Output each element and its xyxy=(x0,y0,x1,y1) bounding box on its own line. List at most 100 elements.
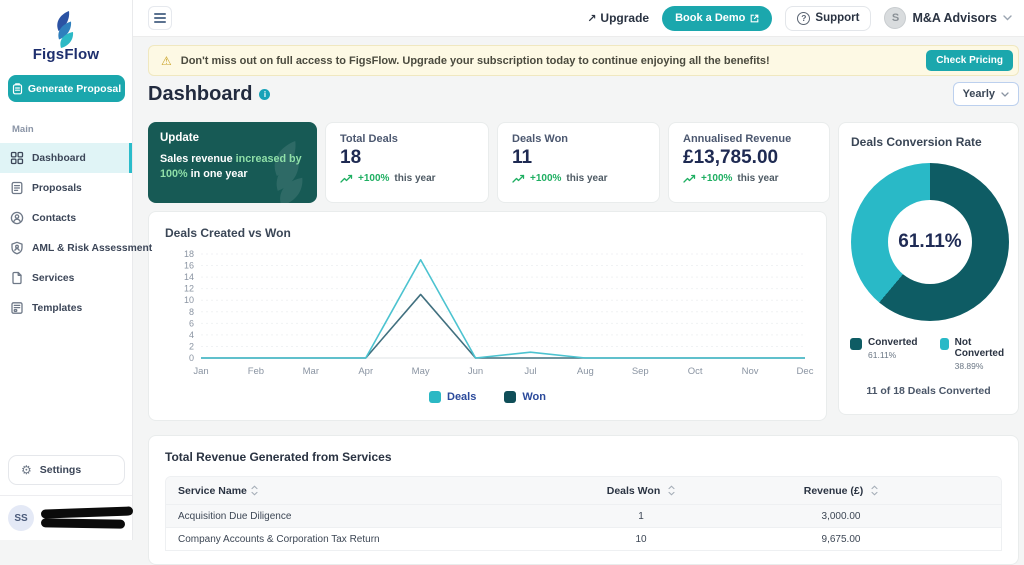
sidebar-item-aml-risk[interactable]: AML & Risk Assessment xyxy=(0,233,132,263)
services-icon xyxy=(10,271,24,285)
banner-text: Don't miss out on full access to FigsFlo… xyxy=(181,55,918,67)
donut-legend: Converted 61.11% Not Converted 38.89% xyxy=(851,337,1006,371)
svg-text:Sep: Sep xyxy=(632,366,649,377)
upgrade-link[interactable]: ↗ Upgrade xyxy=(587,11,649,25)
logo-wordmark: FigsFlow xyxy=(33,46,100,63)
sort-icon xyxy=(668,485,675,496)
legend-item-deals[interactable]: Deals xyxy=(429,391,476,403)
svg-text:2: 2 xyxy=(189,341,194,351)
org-avatar: S xyxy=(884,7,906,29)
legend-item-converted: Converted 61.11% xyxy=(850,337,917,371)
account-menu[interactable]: S M&A Advisors xyxy=(884,7,1012,29)
svg-text:10: 10 xyxy=(184,295,194,305)
table-title: Total Revenue Generated from Services xyxy=(165,450,1002,464)
not-converted-swatch xyxy=(940,338,949,350)
deals-swatch xyxy=(429,391,441,403)
support-button[interactable]: ? Support xyxy=(785,6,871,31)
svg-text:8: 8 xyxy=(189,307,194,317)
column-header-revenue[interactable]: Revenue (£) xyxy=(741,485,941,497)
won-swatch xyxy=(504,391,516,403)
trend-up-icon xyxy=(512,174,525,183)
sort-icon xyxy=(251,485,258,496)
trend-up-icon xyxy=(340,174,353,183)
svg-text:Apr: Apr xyxy=(358,366,373,377)
sidebar-item-services[interactable]: Services xyxy=(0,263,132,293)
chevron-down-icon xyxy=(1001,92,1009,97)
svg-text:6: 6 xyxy=(189,318,194,328)
menu-toggle-button[interactable] xyxy=(148,6,172,30)
column-header-service-name[interactable]: Service Name xyxy=(166,485,541,497)
svg-text:Jun: Jun xyxy=(468,366,483,377)
svg-text:Jul: Jul xyxy=(524,366,536,377)
sidebar-item-dashboard[interactable]: Dashboard xyxy=(0,143,132,173)
table-row[interactable]: Acquisition Due Diligence13,000.00 xyxy=(166,504,1001,527)
conversion-rate-card: Deals Conversion Rate 61.11% Converted 6… xyxy=(838,122,1019,415)
sort-icon xyxy=(871,485,878,496)
donut-chart: 61.11% xyxy=(851,163,1009,321)
column-header-deals-won[interactable]: Deals Won xyxy=(541,485,741,497)
svg-text:0: 0 xyxy=(189,353,194,363)
sidebar-section-main: Main xyxy=(0,124,132,135)
line-chart-legend: Deals Won xyxy=(165,391,810,403)
svg-text:12: 12 xyxy=(184,284,194,294)
sidebar-item-templates[interactable]: Templates xyxy=(0,293,132,323)
period-dropdown[interactable]: Yearly xyxy=(953,82,1019,106)
converted-swatch xyxy=(850,338,862,350)
topbar: ↗ Upgrade Book a Demo ? Support S M&A Ad… xyxy=(133,0,1024,37)
table-header-row: Service Name Deals Won Revenue (£) xyxy=(166,477,1001,504)
dashboard-grid-icon xyxy=(10,151,24,165)
question-circle-icon: ? xyxy=(797,12,810,25)
table-body: Acquisition Due Diligence13,000.00Compan… xyxy=(166,504,1001,550)
contacts-icon xyxy=(10,211,24,225)
table-row[interactable]: Company Accounts & Corporation Tax Retur… xyxy=(166,527,1001,550)
svg-text:Nov: Nov xyxy=(742,366,759,377)
chevron-down-icon xyxy=(1003,15,1012,21)
svg-text:Oct: Oct xyxy=(688,366,703,377)
donut-center-value: 61.11% xyxy=(898,231,961,253)
proposals-icon xyxy=(10,181,24,195)
templates-icon xyxy=(10,301,24,315)
svg-text:Jan: Jan xyxy=(193,366,208,377)
arrow-up-right-icon: ↗ xyxy=(587,12,596,25)
legend-item-not-converted: Not Converted 38.89% xyxy=(940,337,1007,371)
page-title: Dashboard i xyxy=(148,83,270,106)
sidebar-item-proposals[interactable]: Proposals xyxy=(0,173,132,203)
sidebar: FigsFlow Generate Proposal Main Dashboar… xyxy=(0,0,133,540)
upgrade-banner: ⚠ Don't miss out on full access to FigsF… xyxy=(148,45,1019,76)
svg-text:Aug: Aug xyxy=(577,366,594,377)
redacted-username xyxy=(41,508,133,528)
sidebar-bottom: ⚙ Settings SS xyxy=(0,455,132,540)
line-chart: 024681012141618JanFebMarAprMayJunJulAugS… xyxy=(165,246,812,389)
svg-text:4: 4 xyxy=(189,330,194,340)
book-demo-button[interactable]: Book a Demo xyxy=(662,6,772,31)
settings-button[interactable]: ⚙ Settings xyxy=(8,455,125,485)
sidebar-item-contacts[interactable]: Contacts xyxy=(0,203,132,233)
generate-proposal-button[interactable]: Generate Proposal xyxy=(8,75,125,102)
trend-up-icon xyxy=(683,174,696,183)
figsflow-logo[interactable]: FigsFlow xyxy=(0,0,132,63)
legend-item-won[interactable]: Won xyxy=(504,391,546,403)
svg-text:May: May xyxy=(412,366,430,377)
svg-text:Dec: Dec xyxy=(797,366,814,377)
donut-chart-title: Deals Conversion Rate xyxy=(851,135,1006,149)
svg-text:18: 18 xyxy=(184,249,194,259)
info-icon[interactable]: i xyxy=(259,89,270,100)
donut-footnote: 11 of 18 Deals Converted xyxy=(851,385,1006,397)
proposal-doc-icon xyxy=(12,83,23,95)
annualised-revenue-card: Annualised Revenue £13,785.00 +100% this… xyxy=(668,122,830,203)
user-profile[interactable]: SS xyxy=(0,496,132,540)
gear-icon: ⚙ xyxy=(21,464,32,476)
svg-text:14: 14 xyxy=(184,272,194,282)
revenue-table-card: Total Revenue Generated from Services Se… xyxy=(148,435,1019,565)
check-pricing-button[interactable]: Check Pricing xyxy=(926,50,1013,71)
user-avatar: SS xyxy=(8,505,34,531)
sidebar-nav: Dashboard Proposals Contacts xyxy=(0,143,132,323)
deals-chart-card: Deals Created vs Won 0 24 68 1012 1416 18 Jan F… xyxy=(148,211,827,421)
update-card: Update Sales revenue increased by 100% i… xyxy=(148,122,317,203)
svg-text:16: 16 xyxy=(184,261,194,271)
line-chart-title: Deals Created vs Won xyxy=(165,226,810,240)
account-name: M&A Advisors xyxy=(912,11,997,25)
warning-icon: ⚠ xyxy=(161,55,172,67)
svg-text:Feb: Feb xyxy=(248,366,264,377)
deals-won-card: Deals Won 11 +100% this year xyxy=(497,122,660,203)
